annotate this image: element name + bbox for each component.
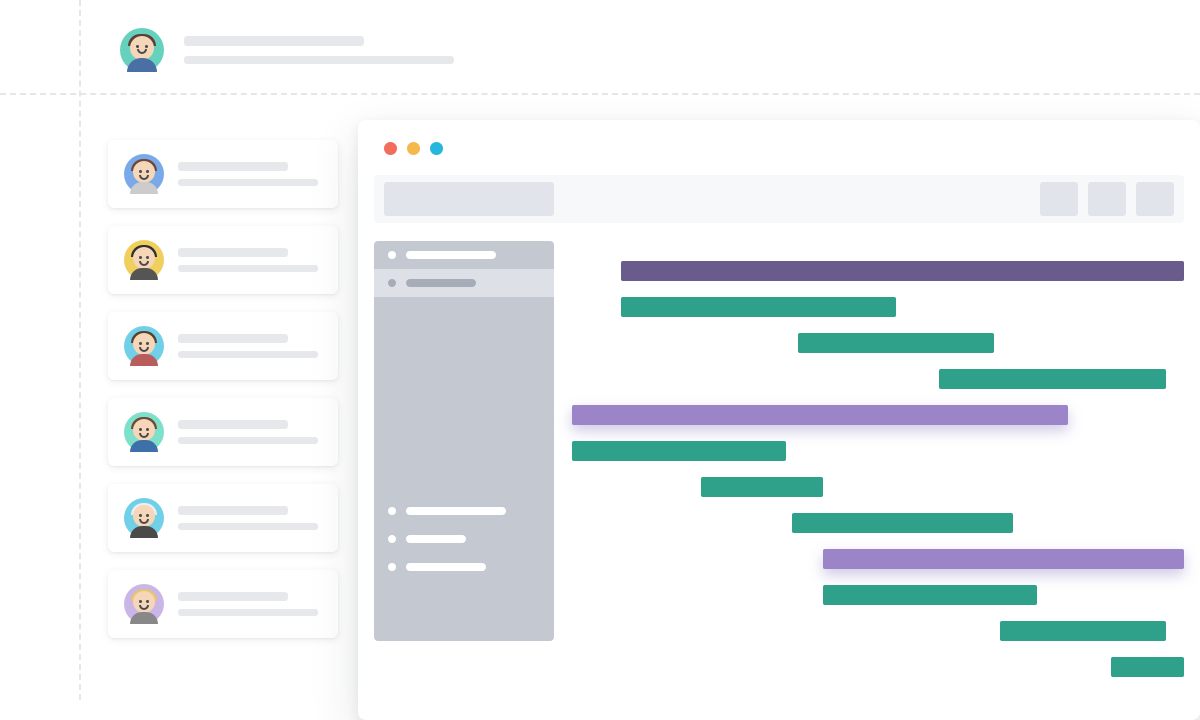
person-sub-placeholder — [178, 523, 318, 530]
person-sub-placeholder — [178, 265, 318, 272]
person-card[interactable] — [108, 570, 338, 638]
gantt-bar[interactable] — [823, 585, 1037, 605]
gantt-row — [572, 657, 1184, 677]
bullet-icon — [388, 279, 396, 287]
toolbar-title-placeholder — [384, 182, 554, 216]
sidebar-label-placeholder — [406, 563, 486, 571]
window-controls — [358, 120, 1200, 155]
sidebar-item[interactable] — [374, 525, 554, 553]
gantt-row — [572, 441, 1184, 461]
bullet-icon — [388, 563, 396, 571]
gantt-row — [572, 621, 1184, 641]
person-name-placeholder — [178, 506, 288, 515]
gantt-row — [572, 369, 1184, 389]
gantt-bar[interactable] — [939, 369, 1165, 389]
gantt-row — [572, 549, 1184, 569]
person-name-placeholder — [178, 248, 288, 257]
gantt-bar[interactable] — [701, 477, 823, 497]
toolbar-action-button[interactable] — [1136, 182, 1174, 216]
person-card[interactable] — [108, 226, 338, 294]
sidebar-item[interactable] — [374, 553, 554, 581]
person-sub-placeholder — [178, 351, 318, 358]
sidebar-label-placeholder — [406, 507, 506, 515]
gantt-row — [572, 585, 1184, 605]
person-name-placeholder — [178, 420, 288, 429]
close-dot[interactable] — [384, 142, 397, 155]
person-name-placeholder — [178, 162, 288, 171]
people-list — [108, 140, 338, 656]
gantt-row — [572, 261, 1184, 281]
bullet-icon — [388, 251, 396, 259]
person-avatar — [124, 584, 164, 624]
gantt-bar[interactable] — [798, 333, 994, 353]
vertical-divider — [79, 0, 81, 700]
person-sub-placeholder — [178, 609, 318, 616]
gantt-bar[interactable] — [823, 549, 1184, 569]
sidebar-item[interactable] — [374, 241, 554, 269]
gantt-bar[interactable] — [621, 261, 1184, 281]
person-sub-placeholder — [178, 437, 318, 444]
minimize-dot[interactable] — [407, 142, 420, 155]
app-window — [358, 120, 1200, 720]
sidebar-label-placeholder — [406, 535, 466, 543]
sidebar-label-placeholder — [406, 279, 476, 287]
bullet-icon — [388, 535, 396, 543]
toolbar-action-button[interactable] — [1040, 182, 1078, 216]
gantt-bar[interactable] — [1000, 621, 1165, 641]
header-avatar — [120, 28, 164, 72]
person-card[interactable] — [108, 312, 338, 380]
sidebar-item[interactable] — [374, 497, 554, 525]
gantt-bar[interactable] — [1111, 657, 1184, 677]
toolbar-action-button[interactable] — [1088, 182, 1126, 216]
header-person — [120, 28, 454, 72]
bullet-icon — [388, 507, 396, 515]
gantt-bar[interactable] — [792, 513, 1012, 533]
gantt-bar[interactable] — [572, 405, 1068, 425]
gantt-row — [572, 513, 1184, 533]
gantt-chart — [572, 241, 1184, 693]
gantt-row — [572, 333, 1184, 353]
sidebar-item[interactable] — [374, 269, 554, 297]
person-name-placeholder — [178, 334, 288, 343]
zoom-dot[interactable] — [430, 142, 443, 155]
header-subtitle-placeholder — [184, 56, 454, 64]
gantt-bar[interactable] — [572, 441, 786, 461]
gantt-row — [572, 297, 1184, 317]
sidebar — [374, 241, 554, 641]
gantt-bar[interactable] — [621, 297, 896, 317]
person-avatar — [124, 154, 164, 194]
person-avatar — [124, 326, 164, 366]
person-avatar — [124, 240, 164, 280]
sidebar-label-placeholder — [406, 251, 496, 259]
horizontal-divider — [0, 93, 1200, 95]
person-name-placeholder — [178, 592, 288, 601]
person-card[interactable] — [108, 140, 338, 208]
person-card[interactable] — [108, 484, 338, 552]
gantt-row — [572, 477, 1184, 497]
person-sub-placeholder — [178, 179, 318, 186]
header-title-placeholder — [184, 36, 364, 46]
person-card[interactable] — [108, 398, 338, 466]
gantt-row — [572, 405, 1184, 425]
toolbar — [374, 175, 1184, 223]
person-avatar — [124, 498, 164, 538]
person-avatar — [124, 412, 164, 452]
